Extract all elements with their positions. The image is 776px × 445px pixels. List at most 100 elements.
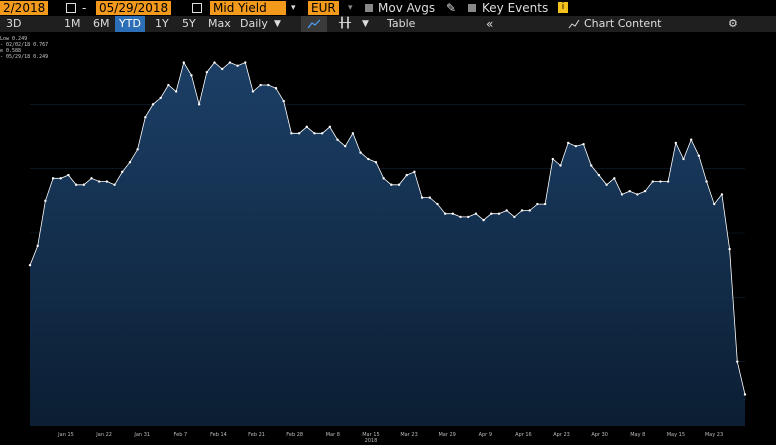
data-point	[651, 180, 654, 183]
data-point	[605, 183, 608, 186]
data-point	[367, 157, 370, 161]
data-point	[713, 202, 716, 206]
data-point	[151, 103, 155, 106]
data-point	[682, 157, 685, 161]
range-1y[interactable]: 1Y	[155, 16, 169, 32]
data-point	[297, 132, 301, 135]
range-ytd[interactable]: YTD	[115, 16, 145, 32]
data-point	[613, 177, 616, 180]
data-point	[351, 132, 355, 135]
x-tick-label: Mar 23	[400, 432, 417, 438]
data-point	[144, 116, 147, 119]
range-5y[interactable]: 5Y	[182, 16, 196, 32]
data-point	[743, 393, 747, 396]
field-dropdown-icon[interactable]: ▾	[291, 0, 296, 16]
bar-chart-icon[interactable]: ╂╂	[339, 16, 351, 32]
data-point	[574, 144, 578, 148]
data-point	[536, 202, 539, 206]
x-tick-label: May 8	[630, 432, 645, 438]
data-point	[628, 189, 631, 193]
chart-content-icon[interactable]	[568, 16, 580, 32]
data-point	[467, 215, 470, 219]
data-point	[113, 183, 116, 186]
data-point	[244, 61, 247, 64]
data-point	[221, 67, 224, 71]
data-point	[490, 212, 493, 215]
data-point	[205, 70, 209, 74]
data-point	[290, 132, 293, 135]
data-point	[182, 61, 185, 64]
data-point	[67, 173, 70, 177]
area-fill	[30, 62, 745, 426]
calendar-icon[interactable]	[192, 3, 202, 13]
x-tick-label: Jan 22	[95, 432, 112, 438]
data-point	[597, 173, 601, 177]
data-point	[482, 218, 485, 222]
chart-content-button[interactable]: Chart Content	[584, 16, 661, 32]
data-point	[382, 177, 385, 180]
range-3d[interactable]: 3D	[6, 16, 21, 32]
x-tick-label: Feb 7	[174, 432, 188, 438]
data-point	[405, 173, 408, 177]
pencil-icon[interactable]: ✎	[446, 0, 456, 16]
data-point	[697, 154, 701, 157]
x-tick-label: May 23	[705, 432, 723, 438]
table-button[interactable]: Table	[387, 16, 415, 32]
data-point	[397, 183, 401, 186]
chart-type-dropdown-icon[interactable]: ▼	[362, 16, 369, 32]
range-1m[interactable]: 1M	[64, 16, 81, 32]
data-point	[320, 132, 324, 135]
data-point	[336, 138, 339, 141]
currency-selector[interactable]: EUR	[308, 1, 339, 15]
mov-avgs-checkbox[interactable]	[365, 4, 373, 12]
data-point	[728, 247, 731, 251]
end-date-field[interactable]: 05/29/2018	[96, 1, 172, 15]
data-point	[251, 90, 255, 93]
data-point	[520, 209, 524, 212]
data-point	[666, 180, 670, 183]
data-point	[413, 170, 416, 174]
currency-dropdown-icon[interactable]: ▾	[348, 0, 353, 16]
start-date-field[interactable]: 2/2018	[0, 1, 49, 15]
area-chart: Jan 15 Jan 22 Jan 31 Feb 7 Feb 14 Feb 21 Feb 2…	[28, 61, 747, 444]
data-point	[497, 212, 501, 215]
x-tick-label: Apr 30	[591, 432, 608, 438]
collapse-button[interactable]: «	[486, 16, 493, 32]
data-point	[267, 83, 270, 87]
range-6m[interactable]: 6M	[93, 16, 110, 32]
legend: Low 0.249 - 02/02/18 0.767 e 0.588 - 05/…	[0, 36, 48, 60]
data-point	[236, 64, 239, 67]
data-point	[159, 96, 162, 100]
data-point	[105, 180, 109, 183]
data-point	[528, 209, 531, 212]
range-max[interactable]: Max	[208, 16, 231, 32]
x-tick-label: Feb 21	[248, 432, 265, 438]
data-point	[128, 161, 132, 164]
data-point	[513, 215, 516, 219]
data-point	[720, 193, 724, 196]
data-point	[174, 90, 178, 93]
data-point	[705, 180, 708, 183]
data-point	[121, 170, 124, 174]
data-point	[74, 183, 78, 186]
data-point	[590, 164, 593, 167]
calendar-icon[interactable]	[66, 3, 76, 13]
frequency-dropdown-icon[interactable]: ▼	[274, 16, 281, 32]
key-events-checkbox[interactable]	[468, 4, 476, 12]
data-point	[566, 141, 570, 145]
frequency-selector[interactable]: Daily	[240, 16, 268, 32]
key-events-label[interactable]: Key Events	[482, 0, 548, 16]
gear-icon[interactable]: ⚙	[728, 16, 738, 32]
field-selector[interactable]: Mid Yield	[210, 1, 286, 15]
data-point	[428, 196, 431, 199]
data-point	[344, 144, 347, 148]
info-badge[interactable]: i	[558, 2, 568, 13]
x-tick-label: Jan 31	[133, 432, 150, 438]
data-point	[451, 212, 455, 215]
mov-avgs-label[interactable]: Mov Avgs	[378, 0, 435, 16]
data-point	[551, 157, 554, 161]
line-chart-icon[interactable]	[301, 16, 327, 32]
data-point	[28, 263, 32, 267]
data-point	[420, 196, 424, 199]
data-point	[736, 360, 739, 363]
